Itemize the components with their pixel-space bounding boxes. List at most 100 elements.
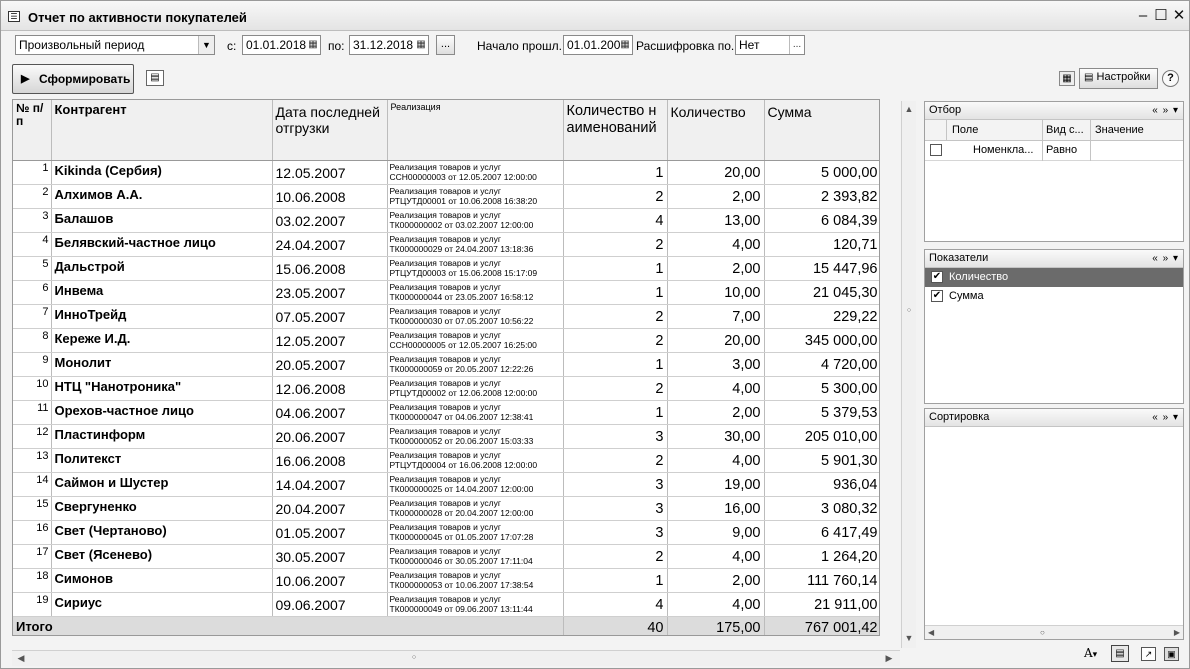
realization-doc[interactable]: Реализация товаров и услуг ССН00000005 от… [387,328,564,353]
contractor-name[interactable]: Политекст [51,448,273,473]
last-ship-date[interactable]: 07.05.2007 [272,304,388,329]
qty[interactable]: 7,00 [667,304,765,329]
report-options-icon[interactable]: ▤ [146,70,164,86]
contractor-name[interactable]: Свергуненко [51,496,273,521]
last-ship-date[interactable]: 20.06.2007 [272,424,388,449]
items-count[interactable]: 3 [563,424,668,449]
chevron-down-icon[interactable]: ▼ [198,36,214,54]
qty[interactable]: 10,00 [667,280,765,305]
indicator-checkbox[interactable]: ✔ [931,271,943,284]
col-header-realization[interactable]: Реализация [387,100,564,161]
table-row[interactable]: 7 ИнноТрейд 07.05.2007 Реализация товаров и… [13,304,879,329]
items-count[interactable]: 1 [563,280,668,305]
table-row[interactable]: 17 Свет (Ясенево) 30.05.2007 Реализация тов… [13,544,879,569]
table-row[interactable]: 13 Политекст 16.06.2008 Реализация товаров … [13,448,879,473]
table-row[interactable]: 2 Алхимов А.А. 10.06.2008 Реализация товаро… [13,184,879,209]
calendar-icon[interactable]: ▦ [414,36,428,54]
help-icon[interactable]: ? [1162,70,1179,87]
qty[interactable]: 16,00 [667,496,765,521]
realization-doc[interactable]: Реализация товаров и услуг ТК000000045 от… [387,520,564,545]
sum[interactable]: 229,22 [764,304,879,329]
qty[interactable]: 4,00 [667,232,765,257]
last-ship-date[interactable]: 12.05.2007 [272,328,388,353]
export-icon[interactable]: ↗ [1141,647,1156,661]
qty[interactable]: 30,00 [667,424,765,449]
realization-doc[interactable]: Реализация товаров и услуг ССН00000003 от… [387,160,564,185]
indicator-item[interactable]: ✔ Сумма [925,287,1183,306]
contractor-name[interactable]: Орехов-частное лицо [51,400,273,425]
filter-row[interactable]: Номенкла... Равно [925,141,1183,161]
period-type-select[interactable]: Произвольный период ▼ [15,35,215,55]
qty[interactable]: 4,00 [667,376,765,401]
last-ship-date[interactable]: 15.06.2008 [272,256,388,281]
table-row[interactable]: 18 Симонов 10.06.2007 Реализация товаров и … [13,568,879,593]
qty[interactable]: 2,00 [667,568,765,593]
col-header-items-count[interactable]: Количество наименований [563,100,668,161]
more-icon[interactable]: ... [789,36,804,54]
items-count[interactable]: 2 [563,376,668,401]
qty[interactable]: 20,00 [667,328,765,353]
table-row[interactable]: 9 Монолит 20.05.2007 Реализация товаров и у… [13,352,879,377]
last-ship-date[interactable]: 12.05.2007 [272,160,388,185]
table-row[interactable]: 4 Белявский-частное лицо 24.04.2007 Реализа… [13,232,879,257]
from-date-input[interactable]: 01.01.2018 ▦ [242,35,321,55]
contractor-name[interactable]: Симонов [51,568,273,593]
last-ship-date[interactable]: 04.06.2007 [272,400,388,425]
sum[interactable]: 3 080,32 [764,496,879,521]
calendar-icon[interactable]: ▦ [618,36,632,54]
last-ship-date[interactable]: 24.04.2007 [272,232,388,257]
items-count[interactable]: 2 [563,448,668,473]
qty[interactable]: 2,00 [667,256,765,281]
scroll-down-icon[interactable]: ▼ [902,633,916,643]
table-icon[interactable]: ▦ [1059,71,1075,86]
generate-button[interactable]: ▶ Сформировать [12,64,134,94]
realization-doc[interactable]: Реализация товаров и услуг ТК000000002 от… [387,208,564,233]
sum[interactable]: 936,04 [764,472,879,497]
realization-doc[interactable]: Реализация товаров и услуг ТК000000049 от… [387,592,564,617]
panel-controls-icon[interactable]: « » ▾ [1152,409,1179,426]
contractor-name[interactable]: Кереже И.Д. [51,328,273,353]
table-row[interactable]: 12 Пластинформ 20.06.2007 Реализация товаро… [13,424,879,449]
scroll-thumb-icon[interactable]: ○ [407,654,421,661]
realization-doc[interactable]: Реализация товаров и услуг ТК000000030 от… [387,304,564,329]
sum[interactable]: 5 379,53 [764,400,879,425]
minimize-icon[interactable]: – [1135,8,1151,24]
qty[interactable]: 19,00 [667,472,765,497]
realization-doc[interactable]: Реализация товаров и услуг ТК000000044 от… [387,280,564,305]
sum[interactable]: 6 417,49 [764,520,879,545]
qty[interactable]: 20,00 [667,160,765,185]
last-ship-date[interactable]: 14.04.2007 [272,472,388,497]
sum[interactable]: 2 393,82 [764,184,879,209]
contractor-name[interactable]: Белявский-частное лицо [51,232,273,257]
save-icon[interactable]: ▣ [1164,647,1179,661]
scroll-right-icon[interactable]: ▶ [882,653,896,664]
contractor-name[interactable]: Монолит [51,352,273,377]
items-count[interactable]: 2 [563,232,668,257]
col-header-last-ship-date[interactable]: Дата последней отгрузки [272,100,388,161]
filter-row-kind[interactable]: Равно [1042,141,1077,161]
realization-doc[interactable]: Реализация товаров и услуг ТК000000029 от… [387,232,564,257]
font-format-icon[interactable]: A▾ [1084,646,1097,660]
qty[interactable]: 2,00 [667,184,765,209]
last-ship-date[interactable]: 01.05.2007 [272,520,388,545]
layout-icon[interactable]: ▤ [1111,645,1129,662]
realization-doc[interactable]: Реализация товаров и услуг ТК000000046 от… [387,544,564,569]
qty[interactable]: 4,00 [667,448,765,473]
contractor-name[interactable]: Kikinda (Сербия) [51,160,273,185]
qty[interactable]: 2,00 [667,400,765,425]
table-row[interactable]: 3 Балашов 03.02.2007 Реализация товаров и у… [13,208,879,233]
contractor-name[interactable]: Свет (Ясенево) [51,544,273,569]
realization-doc[interactable]: Реализация товаров и услуг ТК000000047 от… [387,400,564,425]
items-count[interactable]: 1 [563,400,668,425]
sum[interactable]: 5 000,00 [764,160,879,185]
sum[interactable]: 21 045,30 [764,280,879,305]
realization-doc[interactable]: Реализация товаров и услуг РТЦУТД00003 от… [387,256,564,281]
contractor-name[interactable]: НТЦ "Нанотроника" [51,376,273,401]
table-row[interactable]: 6 Инвема 23.05.2007 Реализация товаров и ус… [13,280,879,305]
settings-button[interactable]: ▤ Настройки [1079,68,1158,89]
sum[interactable]: 4 720,00 [764,352,879,377]
last-ship-date[interactable]: 03.02.2007 [272,208,388,233]
qty[interactable]: 3,00 [667,352,765,377]
sum[interactable]: 21 911,00 [764,592,879,617]
last-ship-date[interactable]: 16.06.2008 [272,448,388,473]
